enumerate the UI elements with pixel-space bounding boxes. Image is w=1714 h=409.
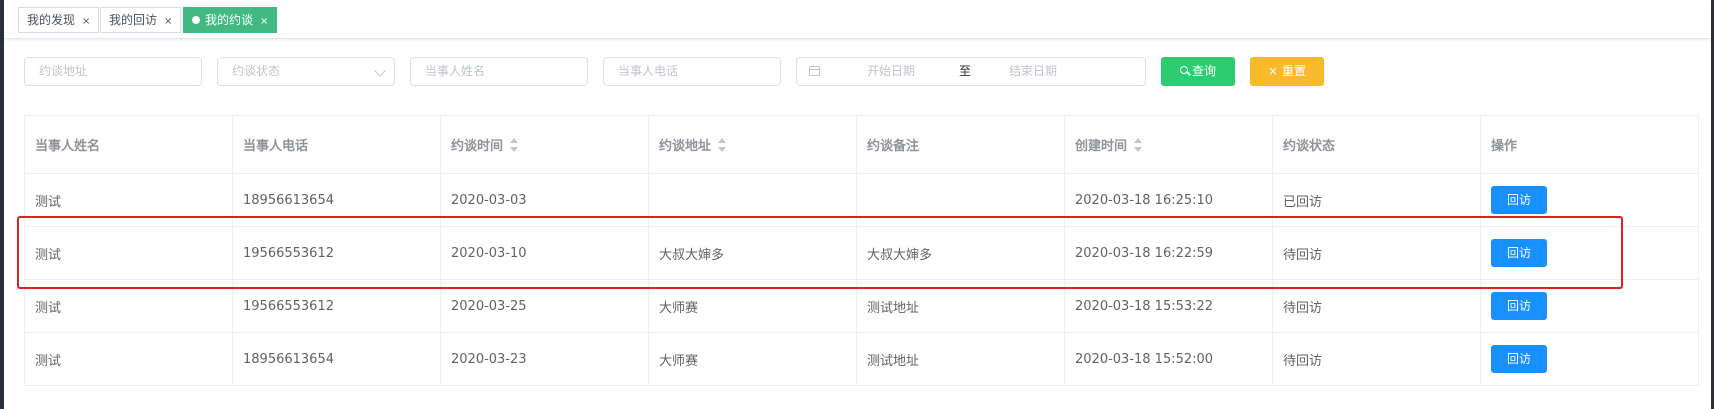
end-date-placeholder[interactable]: 结束日期 (1009, 58, 1057, 85)
column-header: 操作 (1481, 116, 1699, 173)
cell-name: 测试 (25, 174, 233, 226)
cell-note: 测试地址 (857, 333, 1065, 385)
tag-label: 我的回访 (109, 13, 158, 27)
tags-view-bar: 我的发现 × 我的回访 × 我的约谈 × (4, 0, 1711, 39)
interview-table: 当事人姓名 当事人电话 约谈时间 约谈地址 约谈备注 创建时间 约谈状态 操作 … (24, 115, 1699, 386)
revisit-button[interactable]: 回访 (1491, 292, 1547, 320)
cell-phone: 18956613654 (233, 333, 441, 385)
cell-action: 回访 (1481, 333, 1699, 385)
cell-created: 2020-03-18 16:22:59 (1065, 227, 1273, 279)
phone-input[interactable]: 当事人电话 (603, 57, 781, 86)
reset-button[interactable]: × 重置 (1250, 57, 1324, 86)
cell-time: 2020-03-25 (441, 280, 649, 332)
revisit-button[interactable]: 回访 (1491, 345, 1547, 373)
close-icon: × (1267, 64, 1279, 78)
address-placeholder: 约谈地址 (39, 64, 88, 78)
date-range-picker[interactable]: 开始日期 至 结束日期 (796, 57, 1146, 86)
revisit-button[interactable]: 回访 (1491, 186, 1547, 214)
cell-address: 大叔大婶多 (649, 227, 857, 279)
revisit-button[interactable]: 回访 (1491, 239, 1547, 267)
table-row: 测试 19566553612 2020-03-10 大叔大婶多 大叔大婶多 20… (25, 227, 1699, 280)
tag-my-discovery[interactable]: 我的发现 × (18, 7, 100, 33)
status-placeholder: 约谈状态 (232, 64, 281, 78)
cell-status: 待回访 (1273, 333, 1481, 385)
tag-my-interview[interactable]: 我的约谈 × (183, 7, 278, 33)
left-edge (0, 0, 4, 409)
sort-icon[interactable] (510, 137, 519, 152)
close-icon[interactable]: × (82, 16, 90, 27)
cell-note: 大叔大婶多 (857, 227, 1065, 279)
range-separator: 至 (959, 64, 972, 78)
cell-status: 已回访 (1273, 174, 1481, 226)
cell-note: 测试地址 (857, 280, 1065, 332)
chevron-down-icon (374, 65, 386, 77)
sort-icon[interactable] (718, 137, 727, 152)
active-dot-icon (192, 15, 200, 24)
reset-label: 重置 (1282, 64, 1307, 78)
tag-label: 我的约谈 (205, 13, 254, 27)
cell-time: 2020-03-10 (441, 227, 649, 279)
cell-phone: 19566553612 (233, 227, 441, 279)
status-select[interactable]: 约谈状态 (217, 57, 395, 86)
sort-icon[interactable] (1134, 137, 1143, 152)
start-date-placeholder[interactable]: 开始日期 (867, 58, 915, 85)
table-row: 测试 19566553612 2020-03-25 大师赛 测试地址 2020-… (25, 280, 1699, 333)
column-header: 当事人电话 (233, 116, 441, 173)
cell-created: 2020-03-18 15:53:22 (1065, 280, 1273, 332)
cell-name: 测试 (25, 227, 233, 279)
cell-name: 测试 (25, 333, 233, 385)
table-row: 测试 18956613654 2020-03-23 大师赛 测试地址 2020-… (25, 333, 1699, 386)
cell-phone: 18956613654 (233, 174, 441, 226)
column-header-sortable[interactable]: 约谈时间 (441, 116, 649, 173)
search-label: 查询 (1191, 64, 1216, 78)
name-input[interactable]: 当事人姓名 (410, 57, 588, 86)
cell-phone: 19566553612 (233, 280, 441, 332)
address-input[interactable]: 约谈地址 (24, 57, 202, 86)
tag-label: 我的发现 (27, 13, 76, 27)
cell-action: 回访 (1481, 174, 1699, 226)
cell-created: 2020-03-18 16:25:10 (1065, 174, 1273, 226)
cell-status: 待回访 (1273, 227, 1481, 279)
phone-placeholder: 当事人电话 (618, 64, 679, 78)
search-icon (1179, 65, 1188, 74)
cell-address: 大师赛 (649, 333, 857, 385)
column-header: 约谈状态 (1273, 116, 1481, 173)
close-icon[interactable]: × (260, 16, 268, 27)
calendar-icon (809, 66, 820, 76)
cell-created: 2020-03-18 15:52:00 (1065, 333, 1273, 385)
table-row: 测试 18956613654 2020-03-03 2020-03-18 16:… (25, 174, 1699, 227)
column-header-sortable[interactable]: 约谈地址 (649, 116, 857, 173)
column-header: 约谈备注 (857, 116, 1065, 173)
table-header: 当事人姓名 当事人电话 约谈时间 约谈地址 约谈备注 创建时间 约谈状态 操作 (25, 116, 1699, 174)
column-header-sortable[interactable]: 创建时间 (1065, 116, 1273, 173)
cell-name: 测试 (25, 280, 233, 332)
tag-my-revisit[interactable]: 我的回访 × (100, 7, 182, 33)
cell-action: 回访 (1481, 280, 1699, 332)
cell-note (857, 174, 1065, 226)
cell-time: 2020-03-03 (441, 174, 649, 226)
cell-status: 待回访 (1273, 280, 1481, 332)
cell-address: 大师赛 (649, 280, 857, 332)
cell-time: 2020-03-23 (441, 333, 649, 385)
name-placeholder: 当事人姓名 (425, 64, 486, 78)
cell-address (649, 174, 857, 226)
search-button[interactable]: 查询 (1161, 57, 1235, 86)
cell-action: 回访 (1481, 227, 1699, 279)
column-header: 当事人姓名 (25, 116, 233, 173)
close-icon[interactable]: × (164, 16, 172, 27)
